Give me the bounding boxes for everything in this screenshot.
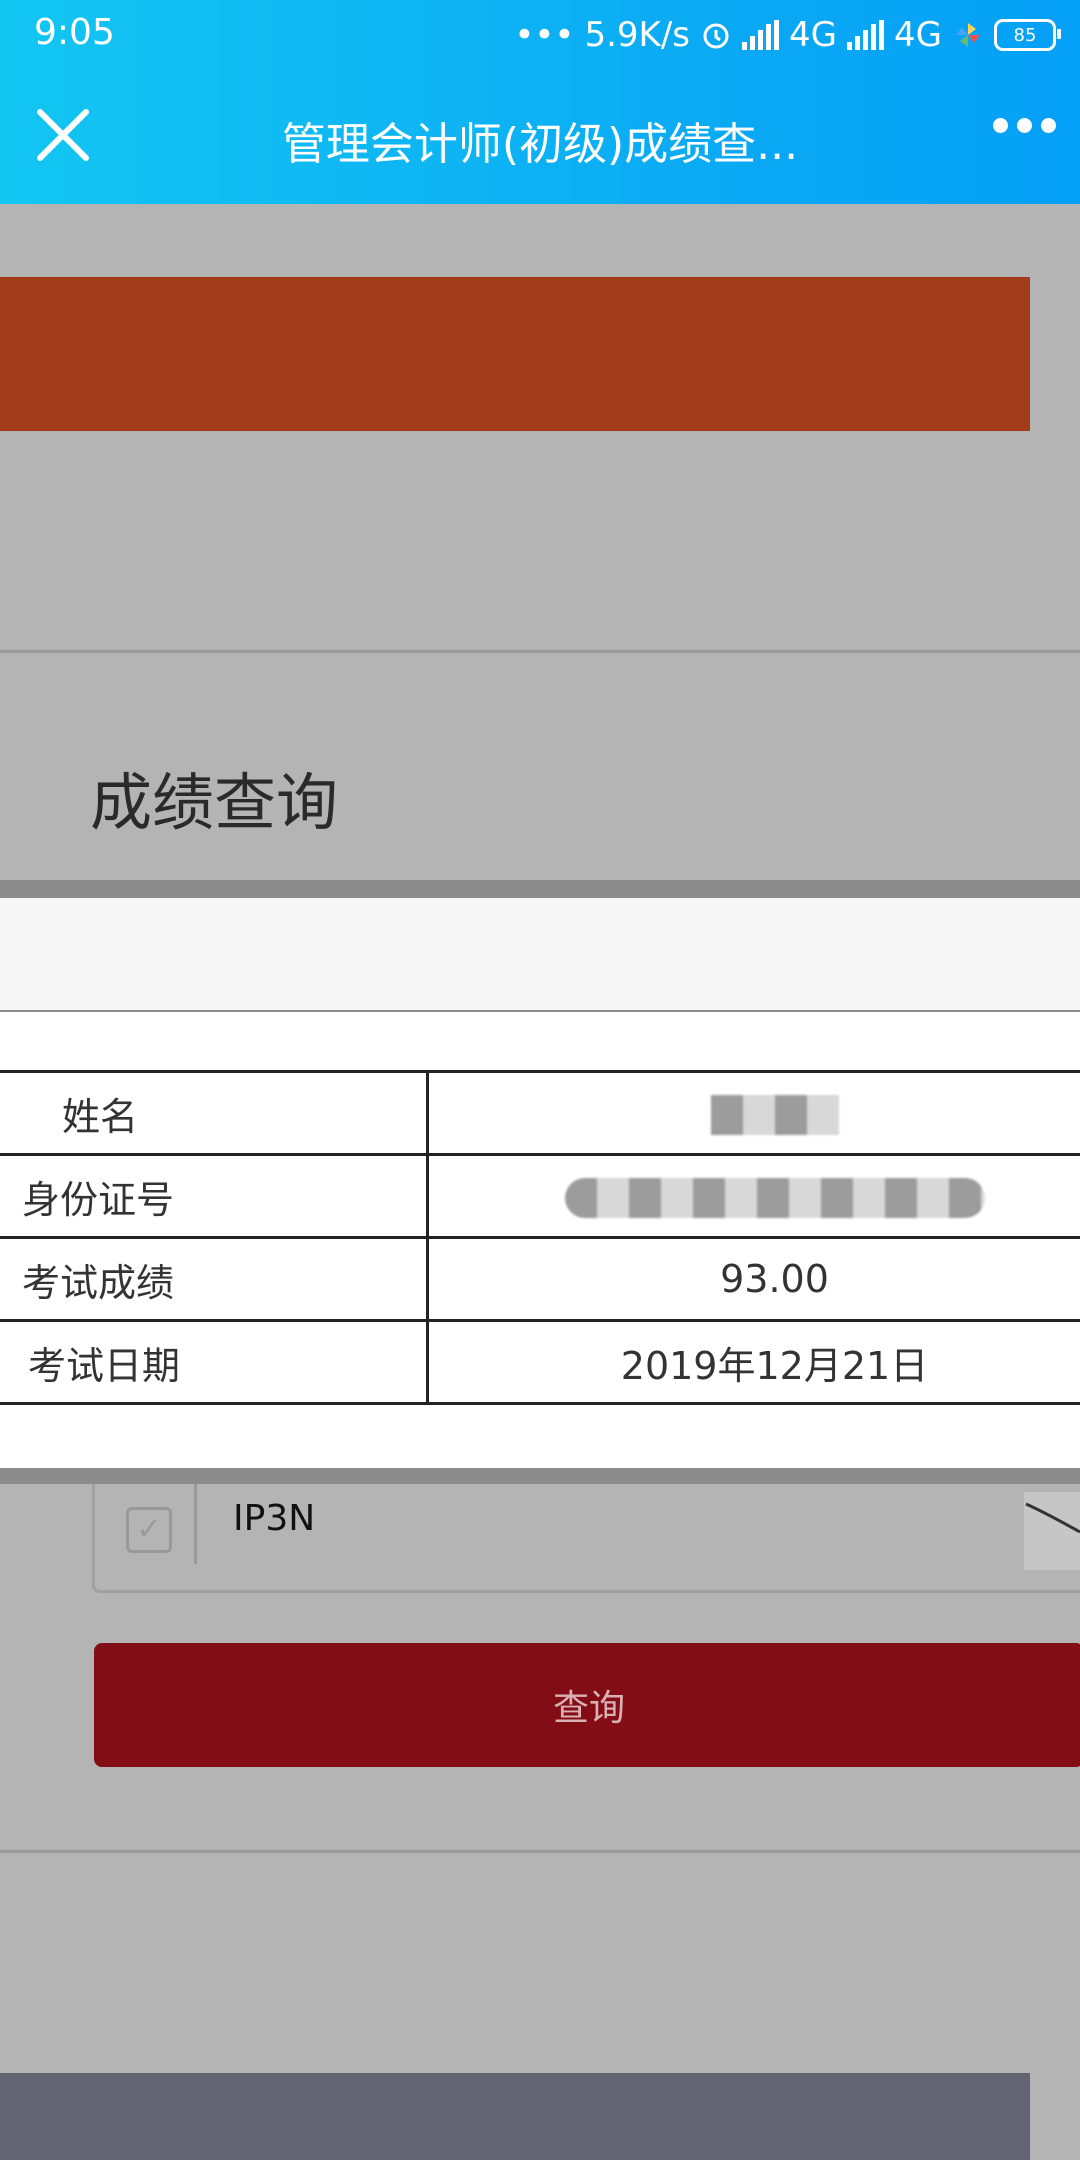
row-label-date: 考试日期 [0,1319,429,1405]
notification-dots: ••• [514,15,575,55]
redacted-id [564,1178,985,1219]
status-time: 9:05 [34,12,115,53]
captcha-image[interactable] [1024,1492,1080,1570]
close-icon[interactable] [36,108,90,162]
pinwheel-icon [956,23,980,47]
redacted-name [710,1095,839,1136]
row-label-score: 考试成绩 [0,1236,429,1322]
table-row: 考试成绩 93.00 [0,1236,1080,1322]
status-bar: 9:05 ••• 5.9K/s 4G 4G 85 [0,0,1080,68]
signal-icon [742,20,780,50]
row-value-name [427,1070,1080,1156]
footer-bar [0,2073,1030,2160]
battery-level: 85 [1013,24,1037,46]
nav-bar: 管理会计师(初级)成绩查... [0,68,1080,204]
dialog-header [0,898,1080,1010]
captcha-checkbox-icon[interactable]: ✓ [126,1507,172,1553]
captcha-divider [194,1478,197,1564]
row-label-name: 姓名 [0,1070,429,1156]
top-bar: 9:05 ••• 5.9K/s 4G 4G 85 管理会计师(初级)成绩查... [0,0,1080,204]
result-table: 姓名 身份证号 考试成绩 93.00 考试日期 2019年12月21日 [0,1070,1080,1405]
page-title: 成绩查询 [90,766,339,839]
network-type-2: 4G [894,15,942,55]
divider [0,1850,1080,1853]
row-value-score: 93.00 [427,1236,1080,1322]
signal-icon-2 [847,20,885,50]
table-row: 考试日期 2019年12月21日 [0,1319,1080,1405]
row-label-id: 身份证号 [0,1153,429,1239]
table-row: 身份证号 [0,1153,1080,1239]
row-value-date: 2019年12月21日 [427,1319,1080,1405]
more-options-icon[interactable] [993,118,1056,133]
captcha-code: IP3N [233,1498,316,1539]
nav-title: 管理会计师(初级)成绩查... [281,119,799,170]
table-row: 姓名 [0,1070,1080,1156]
status-indicators: ••• 5.9K/s 4G 4G 85 [514,10,1061,60]
row-value-id [427,1153,1080,1239]
query-button[interactable]: 查询 [94,1643,1080,1767]
header-banner [0,277,1030,431]
network-speed: 5.9K/s [584,15,691,55]
divider [0,650,1080,653]
battery-icon: 85 [994,19,1061,51]
network-type-1: 4G [789,15,838,55]
alarm-icon [703,23,729,49]
